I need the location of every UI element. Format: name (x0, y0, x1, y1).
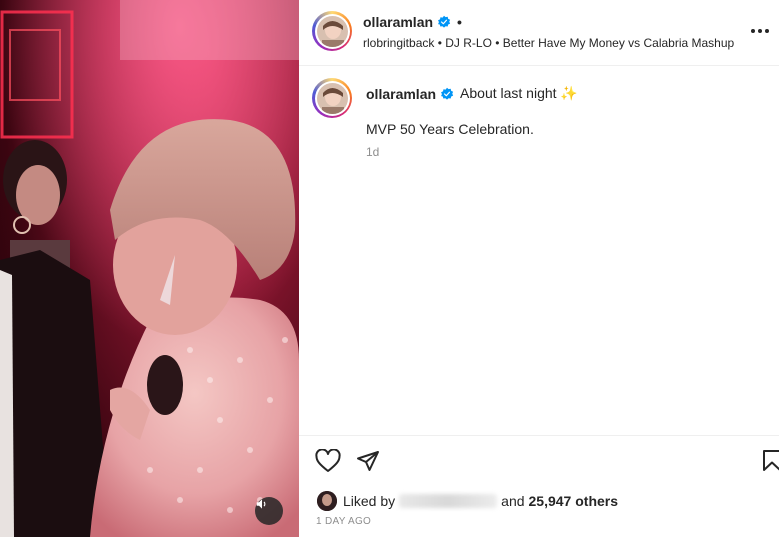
caption-username[interactable]: ollaramlan (366, 86, 436, 102)
heart-icon (315, 448, 341, 472)
author-username[interactable]: ollaramlan (363, 14, 433, 30)
likes-summary[interactable]: Liked by and 25,947 others (317, 491, 618, 511)
verified-badge-icon (441, 87, 454, 100)
actions-divider (299, 435, 779, 436)
likes-connector: and (501, 493, 525, 509)
caption-body: MVP 50 Years Celebration. (366, 121, 534, 137)
author-avatar[interactable] (312, 11, 352, 51)
post-details-panel: ollaramlan • rlobringitback • DJ R-LO • … (299, 0, 779, 537)
share-icon (357, 451, 379, 471)
share-button[interactable] (356, 449, 380, 473)
audio-toggle-button[interactable] (255, 497, 283, 525)
speaker-icon (256, 499, 266, 509)
post-header: ollaramlan • rlobringitback • DJ R-LO • … (299, 0, 779, 66)
likes-count[interactable]: 25,947 others (529, 493, 619, 509)
post-date: 1 DAY AGO (316, 516, 372, 527)
more-options-icon[interactable] (751, 22, 775, 40)
bookmark-icon (763, 450, 779, 471)
post-media-video[interactable] (0, 0, 299, 537)
video-frame (0, 0, 299, 537)
liker-avatar (317, 491, 337, 511)
caption-text: About last night ✨ (460, 85, 578, 101)
caption-author-avatar[interactable] (312, 78, 352, 118)
likes-prefix: Liked by (343, 493, 396, 509)
header-separator: • (457, 14, 462, 30)
liker-name-redacted (399, 494, 498, 508)
save-button[interactable] (762, 449, 779, 473)
caption-timestamp[interactable]: 1d (366, 145, 379, 159)
like-button[interactable] (315, 448, 341, 473)
verified-badge-icon (438, 15, 451, 28)
audio-attribution[interactable]: rlobringitback • DJ R-LO • Better Have M… (363, 36, 734, 50)
